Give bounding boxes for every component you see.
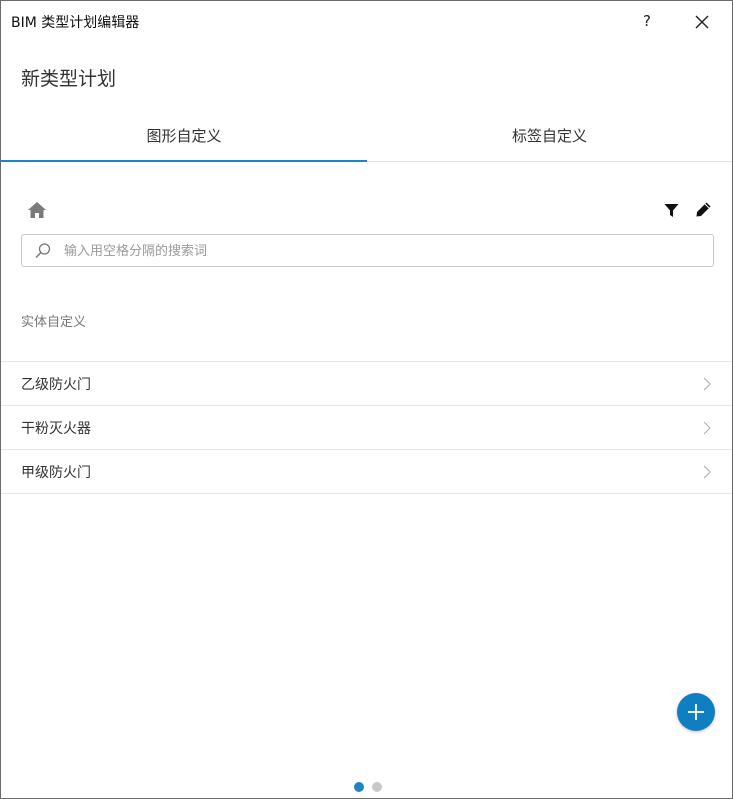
list-item-label: 甲级防火门 bbox=[21, 465, 91, 481]
home-icon[interactable] bbox=[27, 200, 47, 220]
list-item[interactable]: 乙级防火门 bbox=[1, 361, 732, 405]
page-dot[interactable] bbox=[372, 782, 382, 792]
close-button[interactable] bbox=[691, 11, 713, 33]
plus-icon bbox=[688, 704, 704, 720]
add-button[interactable] bbox=[677, 693, 715, 731]
close-icon bbox=[695, 15, 709, 29]
active-tab-indicator bbox=[1, 160, 367, 162]
list-item[interactable]: 干粉灭火器 bbox=[1, 405, 732, 449]
page-dot-active[interactable] bbox=[354, 782, 364, 792]
search-box bbox=[21, 234, 714, 268]
tab-graphic-custom[interactable]: 图形自定义 bbox=[1, 111, 367, 161]
title-bar: BIM 类型计划编辑器 ? bbox=[1, 1, 732, 41]
chevron-right-icon bbox=[703, 465, 711, 479]
list-item-label: 干粉灭火器 bbox=[21, 421, 91, 437]
tab-label-custom[interactable]: 标签自定义 bbox=[367, 111, 732, 161]
page-title: 新类型计划 bbox=[21, 68, 117, 90]
chevron-right-icon bbox=[703, 377, 711, 391]
chevron-right-icon bbox=[703, 421, 711, 435]
help-button[interactable]: ? bbox=[637, 9, 657, 33]
filter-icon[interactable] bbox=[664, 203, 679, 218]
tab-bar: 图形自定义 标签自定义 bbox=[1, 111, 732, 162]
list-item[interactable]: 甲级防火门 bbox=[1, 449, 732, 494]
list-item-label: 乙级防火门 bbox=[21, 377, 91, 393]
section-heading: 实体自定义 bbox=[21, 315, 87, 330]
editor-window: BIM 类型计划编辑器 ? 新类型计划 图形自定义 标签自定义 输入用空格分隔的… bbox=[0, 0, 733, 799]
search-icon bbox=[34, 242, 52, 260]
entity-list: 乙级防火门 干粉灭火器 甲级防火门 bbox=[1, 361, 732, 494]
page-indicator bbox=[354, 782, 394, 792]
pencil-icon[interactable] bbox=[695, 201, 712, 218]
search-input[interactable] bbox=[62, 235, 706, 268]
window-title: BIM 类型计划编辑器 bbox=[11, 15, 140, 31]
